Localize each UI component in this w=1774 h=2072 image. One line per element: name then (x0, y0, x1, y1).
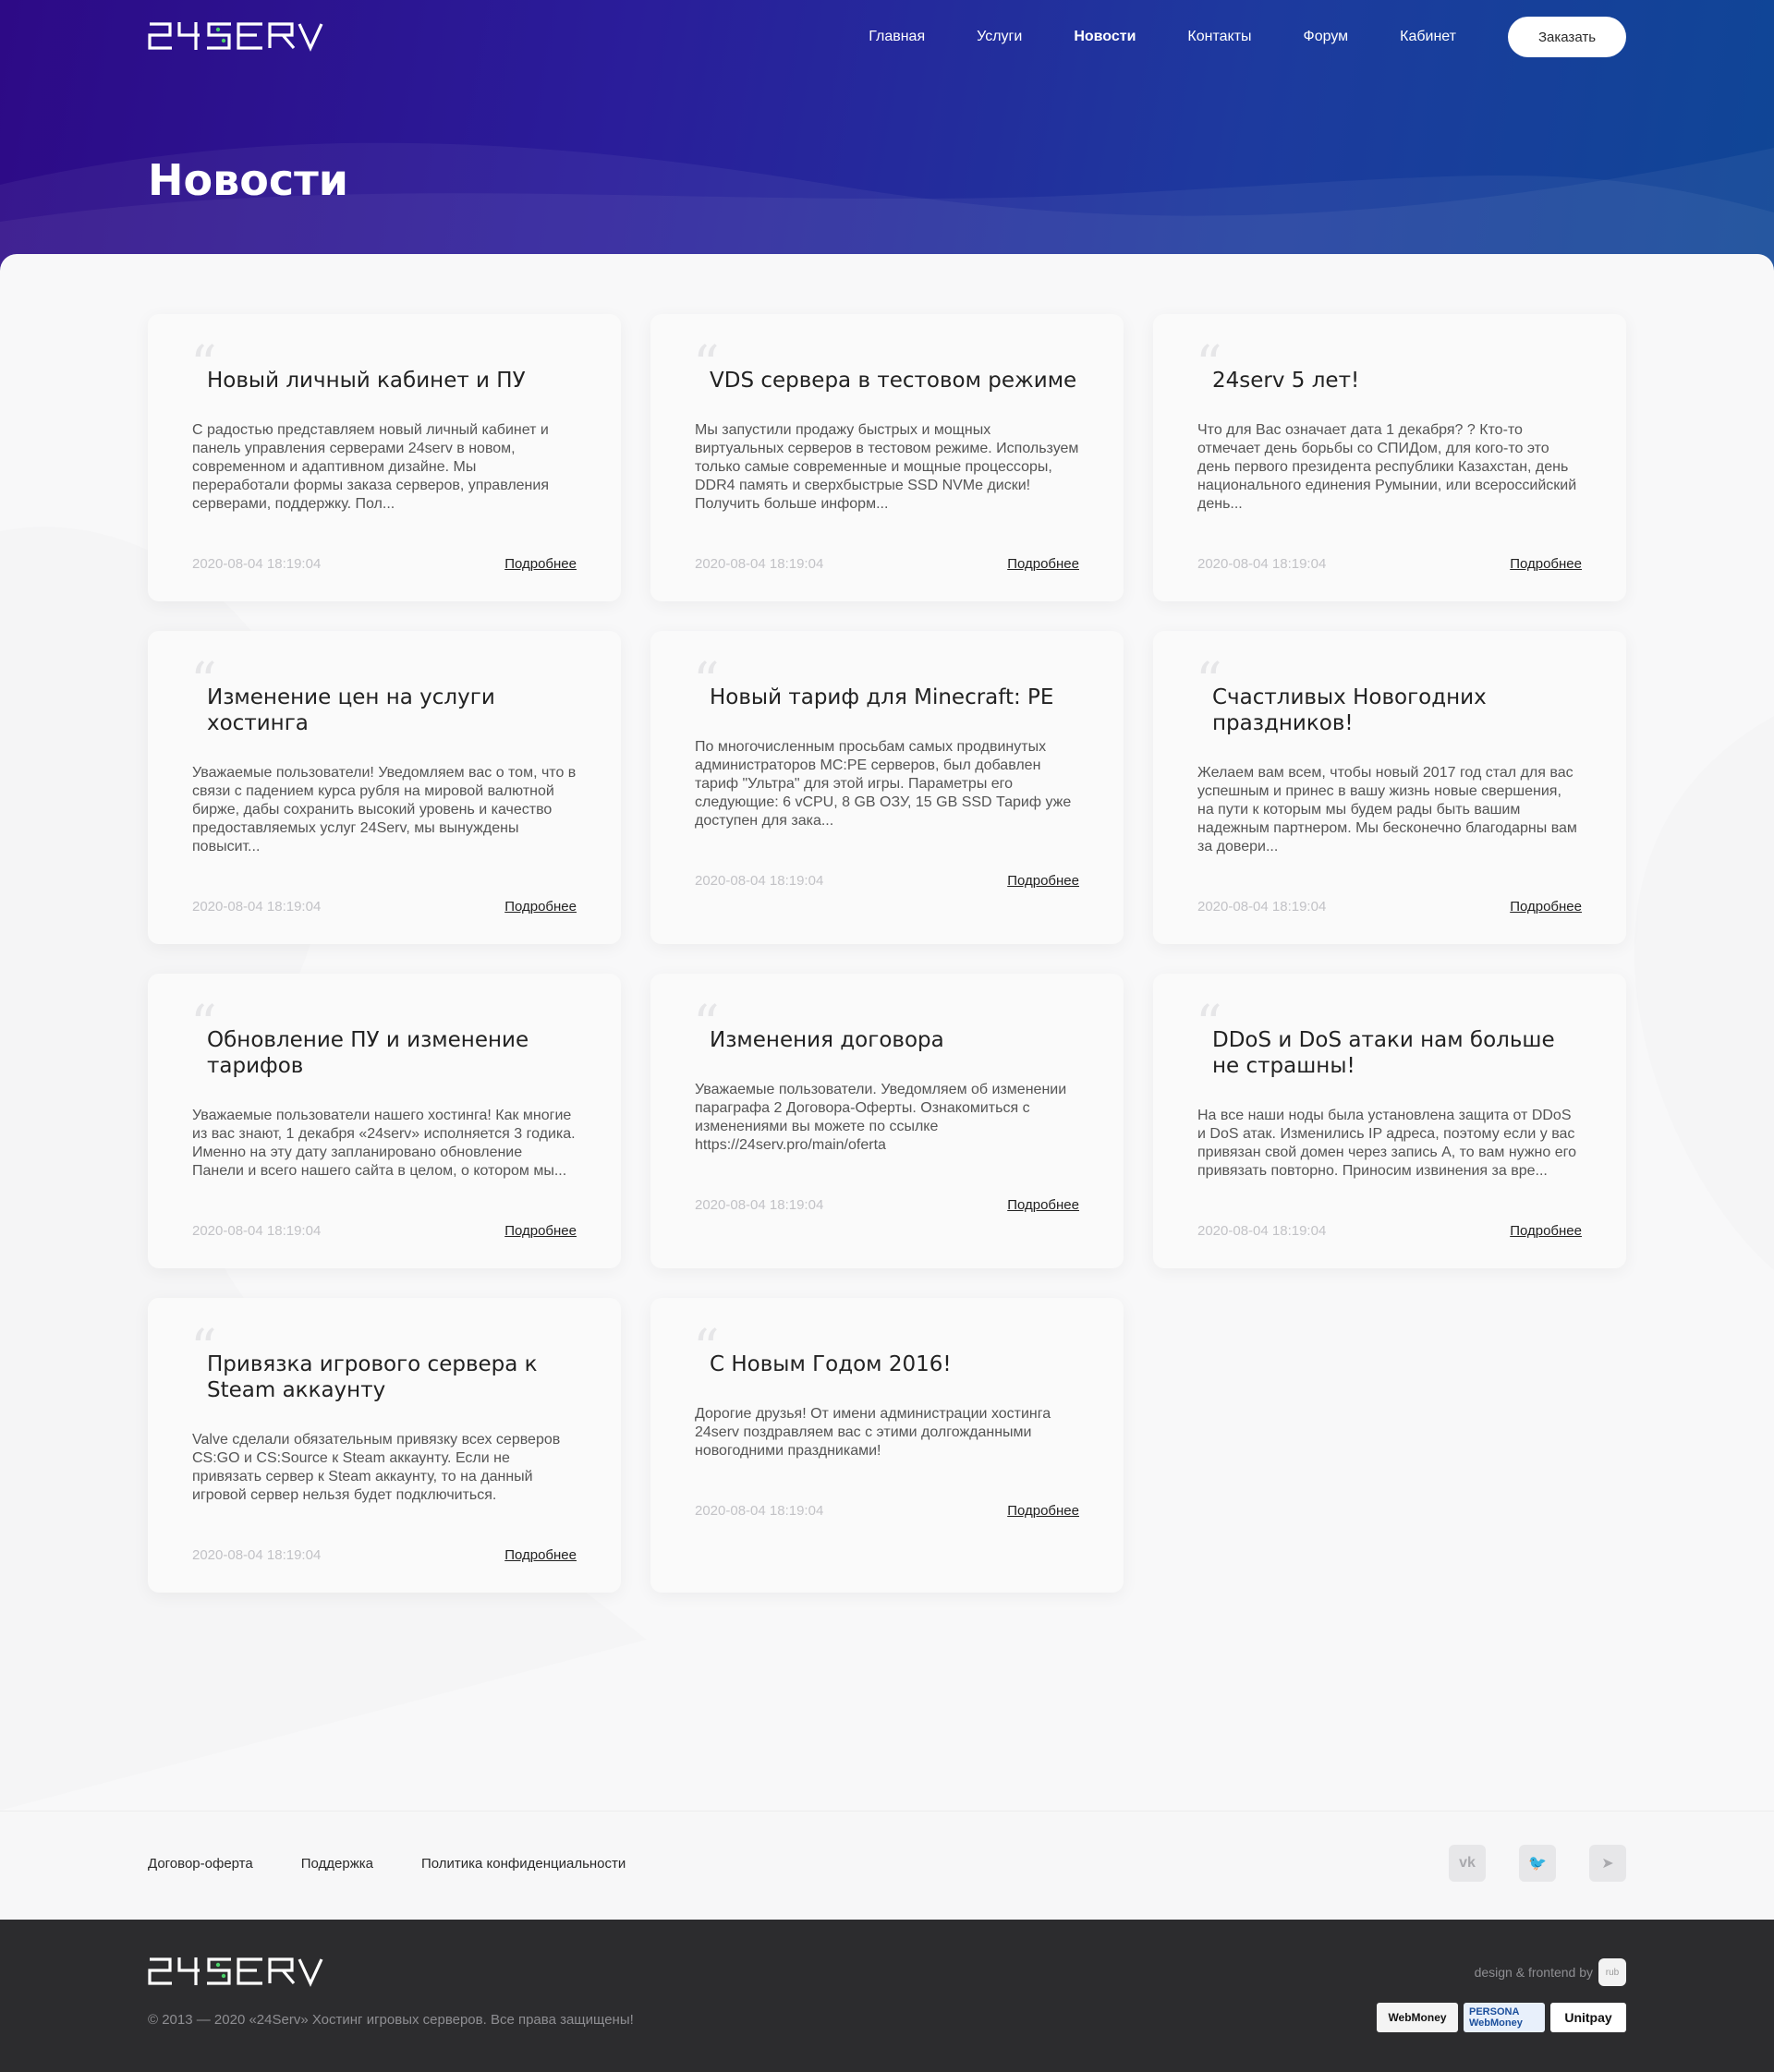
nav-item-services[interactable]: Услуги (977, 29, 1022, 45)
nav-item-forum[interactable]: Форум (1304, 29, 1349, 45)
news-card-more-link[interactable]: Подробнее (504, 899, 577, 915)
design-credit-label: design & frontend by (1474, 1965, 1593, 1980)
news-card-date: 2020-08-04 18:19:04 (192, 1547, 322, 1563)
page-title: Новости (148, 155, 348, 205)
news-card-excerpt: Дорогие друзья! От имени администрации х… (695, 1406, 1051, 1459)
news-card-excerpt: Желаем вам всем, чтобы новый 2017 год ст… (1197, 765, 1577, 854)
news-section: “ Новый личный кабинет и ПУ С радостью п… (0, 254, 1774, 1811)
news-card-title: DDoS и DoS атаки нам больше не страшны! (1212, 1028, 1555, 1078)
news-card-title: Изменения договора (710, 1028, 944, 1052)
news-card-title: Обновление ПУ и изменение тарифов (207, 1028, 529, 1078)
news-card-date: 2020-08-04 18:19:04 (192, 1223, 322, 1239)
news-card-date: 2020-08-04 18:19:04 (695, 1197, 824, 1213)
social-links: vk 🐦 ➤ (1416, 1845, 1626, 1882)
nav-item-home[interactable]: Главная (869, 29, 925, 45)
news-card-title: 24serv 5 лет! (1212, 369, 1360, 393)
news-card-more-link[interactable]: Подробнее (1007, 1503, 1079, 1519)
vk-icon[interactable]: vk (1449, 1845, 1486, 1882)
news-card-title: Изменение цен на услуги хостинга (207, 685, 495, 735)
news-card-date: 2020-08-04 18:19:04 (1197, 1223, 1327, 1239)
news-card-excerpt: Уважаемые пользователи! Уведомляем вас о… (192, 765, 577, 854)
news-card-date: 2020-08-04 18:19:04 (192, 899, 322, 915)
news-card-excerpt: На все наши ноды была установлена защита… (1197, 1108, 1576, 1179)
telegram-icon[interactable]: ➤ (1589, 1845, 1626, 1882)
news-card-date: 2020-08-04 18:19:04 (1197, 899, 1327, 915)
news-card-date: 2020-08-04 18:19:04 (695, 556, 824, 572)
news-card: “ Изменения договора Уважаемые пользоват… (650, 974, 1124, 1268)
news-card-excerpt: Valve сделали обязательным привязку всех… (192, 1432, 561, 1503)
news-card-date: 2020-08-04 18:19:04 (1197, 556, 1327, 572)
site-logo[interactable] (148, 18, 323, 52)
news-card-more-link[interactable]: Подробнее (504, 1547, 577, 1563)
design-credit[interactable]: design & frontend by rub (1475, 1958, 1626, 1986)
news-card-title: Новый тариф для Minecraft: PE (710, 685, 1054, 709)
news-card-more-link[interactable]: Подробнее (1007, 556, 1079, 572)
news-card-excerpt: Что для Вас означает дата 1 декабря? ? К… (1197, 422, 1577, 512)
news-card-excerpt: По многочисленным просьбам самых продвин… (695, 739, 1072, 829)
hero-header: Главная Услуги Новости Контакты Форум Ка… (0, 0, 1774, 277)
main-navigation: Главная Услуги Новости Контакты Форум Ка… (869, 0, 1626, 74)
news-card-excerpt: Уважаемые пользователи. Уведомляем об из… (695, 1082, 1067, 1153)
news-card-more-link[interactable]: Подробнее (1007, 1197, 1079, 1213)
nav-item-news[interactable]: Новости (1074, 29, 1136, 45)
news-card-title: Привязка игрового сервера к Steam аккаун… (207, 1352, 538, 1402)
news-card-more-link[interactable]: Подробнее (1510, 556, 1582, 572)
news-card: “ Изменение цен на услуги хостинга Уважа… (148, 631, 621, 944)
news-grid: “ Новый личный кабинет и ПУ С радостью п… (148, 314, 1626, 1622)
footer-links-bar: Договор-оферта Поддержка Политика конфид… (0, 1811, 1774, 1920)
news-card: “ 24serv 5 лет! Что для Вас означает дат… (1153, 314, 1626, 601)
news-card-more-link[interactable]: Подробнее (1007, 873, 1079, 889)
news-card: “ Новый тариф для Minecraft: PE По много… (650, 631, 1124, 944)
news-card: “ Счастливых Новогодних праздников! Жела… (1153, 631, 1626, 944)
news-card-title: Новый личный кабинет и ПУ (207, 369, 526, 393)
news-card: “ Новый личный кабинет и ПУ С радостью п… (148, 314, 621, 601)
news-card: “ С Новым Годом 2016! Дорогие друзья! От… (650, 1298, 1124, 1593)
news-card-date: 2020-08-04 18:19:04 (192, 556, 322, 572)
unitpay-badge[interactable]: Unitpay (1550, 2003, 1626, 2032)
news-card-date: 2020-08-04 18:19:04 (695, 873, 824, 889)
webmoney-badge[interactable]: WebMoney (1377, 2003, 1458, 2032)
footer-logo[interactable] (148, 1954, 323, 1987)
footer-link-support[interactable]: Поддержка (301, 1856, 373, 1872)
news-card-more-link[interactable]: Подробнее (1510, 1223, 1582, 1239)
nav-item-contacts[interactable]: Контакты (1187, 29, 1251, 45)
nav-item-cabinet[interactable]: Кабинет (1400, 29, 1456, 45)
news-card-date: 2020-08-04 18:19:04 (695, 1503, 824, 1519)
news-card-excerpt: С радостью представляем новый личный каб… (192, 422, 549, 512)
news-card-more-link[interactable]: Подробнее (504, 556, 577, 572)
order-button[interactable]: Заказать (1508, 17, 1626, 57)
news-card-title: Счастливых Новогодних праздников! (1212, 685, 1487, 735)
news-card-title: С Новым Годом 2016! (710, 1352, 952, 1376)
footer-bottom: © 2013 — 2020 «24Serv» Хостинг игровых с… (0, 1920, 1774, 2072)
news-card-more-link[interactable]: Подробнее (504, 1223, 577, 1239)
copyright-text: © 2013 — 2020 «24Serv» Хостинг игровых с… (148, 2012, 634, 2028)
footer-link-offer[interactable]: Договор-оферта (148, 1856, 253, 1872)
news-card: “ Привязка игрового сервера к Steam акка… (148, 1298, 621, 1593)
news-card-more-link[interactable]: Подробнее (1510, 899, 1582, 915)
twitter-icon[interactable]: 🐦 (1519, 1845, 1556, 1882)
news-card-title: VDS сервера в тестовом режиме (710, 369, 1077, 393)
news-card: “ DDoS и DoS атаки нам больше не страшны… (1153, 974, 1626, 1268)
payment-methods: WebMoney PERSONA WebMoney Unitpay (1371, 2003, 1626, 2032)
news-card-excerpt: Уважаемые пользователи нашего хостинга! … (192, 1108, 576, 1179)
news-card-excerpt: Мы запустили продажу быстрых и мощных ви… (695, 422, 1079, 512)
footer-link-privacy[interactable]: Политика конфиденциальности (421, 1856, 626, 1872)
webmoney-persona-badge[interactable]: PERSONA WebMoney (1464, 2003, 1545, 2032)
designer-logo-icon: rub (1598, 1958, 1626, 1986)
news-card: “ Обновление ПУ и изменение тарифов Уваж… (148, 974, 621, 1268)
news-card: “ VDS сервера в тестовом режиме Мы запус… (650, 314, 1124, 601)
